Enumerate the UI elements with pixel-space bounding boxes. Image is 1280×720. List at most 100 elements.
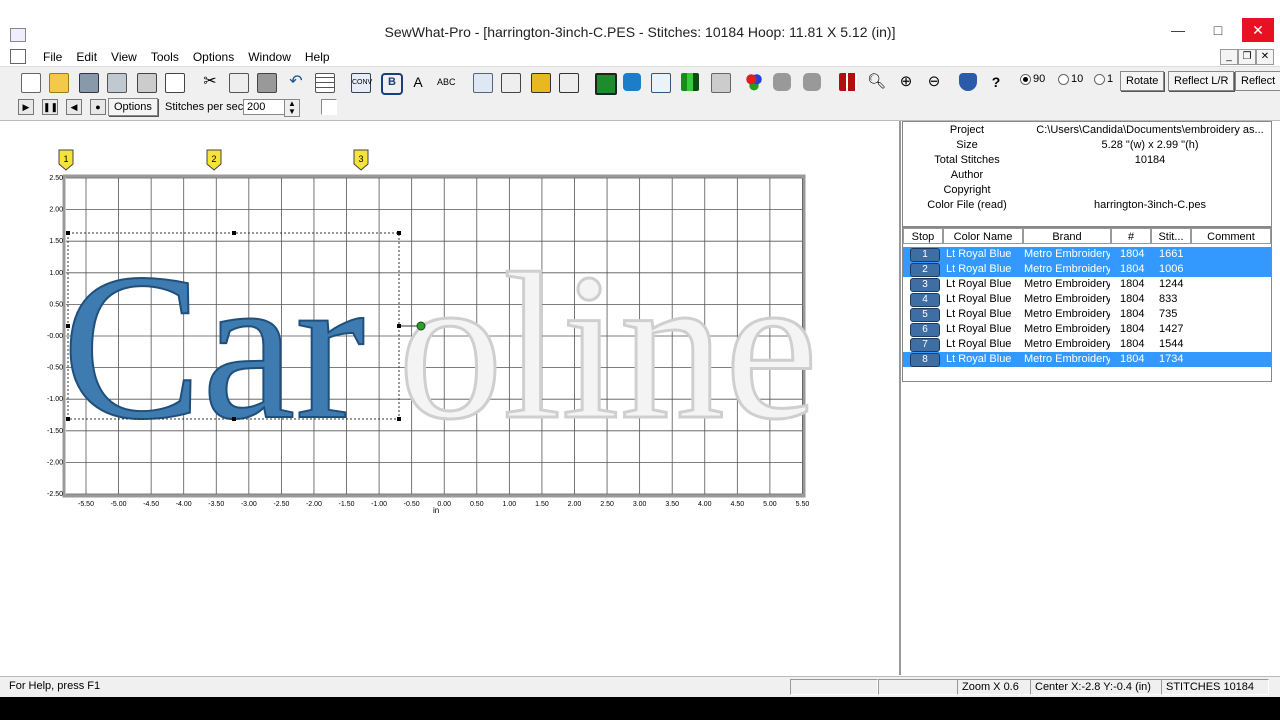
mdi-close-button[interactable]: ✕ bbox=[1256, 49, 1274, 65]
stop-badge[interactable]: 5 bbox=[910, 308, 940, 322]
split-icon[interactable] bbox=[772, 72, 792, 92]
options-button[interactable]: Options bbox=[108, 98, 158, 116]
splitter[interactable] bbox=[899, 121, 901, 675]
step-back-icon[interactable]: ◀ bbox=[66, 99, 82, 115]
text-icon[interactable]: A bbox=[408, 72, 428, 92]
pause-icon[interactable]: ❚❚ bbox=[42, 99, 58, 115]
save-as-icon[interactable] bbox=[106, 72, 127, 93]
stitches-per-sec-input[interactable] bbox=[243, 99, 289, 115]
stop-badge[interactable]: 2 bbox=[910, 263, 940, 277]
new-file-icon[interactable] bbox=[20, 72, 41, 93]
menu-view[interactable]: View bbox=[104, 50, 144, 64]
colors-palette-icon[interactable] bbox=[744, 72, 764, 92]
color-bars-icon[interactable] bbox=[680, 72, 700, 92]
tools-icon[interactable] bbox=[710, 72, 731, 93]
design-canvas[interactable]: 2.50 2.00 1.50 1.00 0.50 -0.00 -0.50 -1.00 -1.50… bbox=[0, 121, 899, 675]
radio-1[interactable] bbox=[1094, 73, 1105, 85]
shield-help-icon[interactable] bbox=[958, 72, 978, 92]
tile-grid-icon[interactable] bbox=[838, 72, 858, 92]
header-brand[interactable]: Brand bbox=[1023, 228, 1111, 244]
rotate-1-option[interactable]: 1 bbox=[1094, 73, 1113, 85]
export-icon[interactable] bbox=[164, 72, 185, 93]
stop-badge[interactable]: 4 bbox=[910, 293, 940, 307]
table-row[interactable]: 7 Lt Royal Blue Metro Embroidery 1804 1544 bbox=[903, 337, 1271, 352]
document-icon[interactable] bbox=[10, 49, 26, 64]
hoop-frame-icon[interactable] bbox=[650, 72, 671, 93]
mdi-restore-button[interactable]: ❐ bbox=[1238, 49, 1256, 65]
table-row[interactable]: 3 Lt Royal Blue Metro Embroidery 1804 1244 bbox=[903, 277, 1271, 292]
reflect-button[interactable]: Reflect bbox=[1235, 71, 1280, 91]
cut-icon[interactable]: ✂ bbox=[200, 72, 220, 92]
bold-b-icon[interactable]: B bbox=[380, 72, 403, 95]
rotate-10-option[interactable]: 10 bbox=[1058, 73, 1083, 85]
radio-10[interactable] bbox=[1058, 73, 1069, 85]
menu-options[interactable]: Options bbox=[186, 50, 241, 64]
copy-icon[interactable] bbox=[228, 72, 249, 93]
save-icon[interactable] bbox=[78, 72, 99, 93]
convert-icon[interactable]: CONV bbox=[350, 72, 372, 93]
radio-90[interactable] bbox=[1020, 73, 1031, 85]
header-color-name[interactable]: Color Name bbox=[943, 228, 1023, 244]
minimize-button[interactable]: — bbox=[1164, 18, 1192, 42]
table-row[interactable]: 1 Lt Royal Blue Metro Embroidery 1804 1661 bbox=[903, 247, 1271, 262]
shirt-icon[interactable] bbox=[622, 72, 642, 92]
grid-icon[interactable] bbox=[314, 72, 335, 93]
zoom-icon[interactable]: 🔍︎ bbox=[866, 72, 886, 92]
context-help-icon[interactable]: ? bbox=[986, 72, 1006, 92]
stop-badge[interactable]: 8 bbox=[910, 353, 940, 367]
cell-brand: Metro Embroidery bbox=[1024, 293, 1110, 305]
x-tick-label: 2.00 bbox=[568, 501, 582, 508]
header-comment[interactable]: Comment bbox=[1191, 228, 1271, 244]
spellcheck-icon[interactable]: ABC bbox=[436, 72, 456, 92]
merge-icon[interactable] bbox=[802, 72, 822, 92]
table-row[interactable]: 2 Lt Royal Blue Metro Embroidery 1804 1006 bbox=[903, 262, 1271, 277]
header-stop[interactable]: Stop bbox=[903, 228, 943, 244]
stop-badge[interactable]: 7 bbox=[910, 338, 940, 352]
rotate-button[interactable]: Rotate bbox=[1120, 71, 1165, 91]
disk-d-icon[interactable] bbox=[500, 72, 521, 93]
reflect-lr-button[interactable]: Reflect L/R bbox=[1168, 71, 1235, 91]
mdi-minimize-button[interactable]: _ bbox=[1220, 49, 1238, 65]
embroidery-view[interactable]: 2.50 2.00 1.50 1.00 0.50 -0.00 -0.50 -1.00 -1.50… bbox=[0, 121, 899, 675]
close-button[interactable]: ✕ bbox=[1242, 18, 1274, 42]
paste-icon[interactable] bbox=[256, 72, 277, 93]
cell-number: 1804 bbox=[1120, 248, 1145, 260]
document-pages-icon[interactable] bbox=[472, 72, 493, 93]
play-icon[interactable]: ▶ bbox=[18, 99, 34, 115]
stop-badge[interactable]: 3 bbox=[910, 278, 940, 292]
menu-help[interactable]: Help bbox=[298, 50, 337, 64]
table-row[interactable]: 8 Lt Royal Blue Metro Embroidery 1804 1734 bbox=[903, 352, 1271, 367]
undo-icon[interactable]: ↶ bbox=[286, 72, 306, 92]
machine-icon[interactable] bbox=[558, 72, 579, 93]
x-tick-label: -5.50 bbox=[78, 501, 94, 508]
open-folder-icon[interactable] bbox=[48, 72, 69, 93]
zoom-out-icon[interactable]: ⊖ bbox=[924, 72, 944, 92]
table-row[interactable]: 4 Lt Royal Blue Metro Embroidery 1804 833 bbox=[903, 292, 1271, 307]
zoom-in-icon[interactable]: ⊕ bbox=[896, 72, 916, 92]
x-tick-label: 2.50 bbox=[600, 501, 614, 508]
x-tick-label: 0.00 bbox=[437, 501, 451, 508]
table-row[interactable]: 6 Lt Royal Blue Metro Embroidery 1804 1427 bbox=[903, 322, 1271, 337]
disk-yellow-icon[interactable] bbox=[530, 72, 551, 93]
print-icon[interactable] bbox=[136, 72, 157, 93]
header-stitches[interactable]: Stit... bbox=[1151, 228, 1191, 244]
menu-edit[interactable]: Edit bbox=[69, 50, 104, 64]
stop-badge[interactable]: 6 bbox=[910, 323, 940, 337]
green-square-icon[interactable] bbox=[594, 72, 617, 95]
rotate-90-option[interactable]: 90 bbox=[1020, 73, 1045, 85]
table-row[interactable]: 5 Lt Royal Blue Metro Embroidery 1804 735 bbox=[903, 307, 1271, 322]
maximize-button[interactable]: □ bbox=[1204, 18, 1232, 42]
x-tick-label: 3.50 bbox=[665, 501, 679, 508]
header-number[interactable]: # bbox=[1111, 228, 1151, 244]
menu-window[interactable]: Window bbox=[241, 50, 298, 64]
stop-icon[interactable]: ● bbox=[90, 99, 106, 115]
menu-file[interactable]: File bbox=[36, 50, 69, 64]
x-tick-label: -1.00 bbox=[371, 501, 387, 508]
menu-tools[interactable]: Tools bbox=[144, 50, 186, 64]
slider-thumb[interactable] bbox=[321, 99, 337, 115]
cell-brand: Metro Embroidery bbox=[1024, 353, 1110, 365]
stitches-per-sec-stepper[interactable]: ▲ ▼ bbox=[284, 99, 300, 117]
status-center: Center X:-2.8 Y:-0.4 (in) bbox=[1030, 679, 1162, 695]
cell-color-name: Lt Royal Blue bbox=[946, 308, 1012, 320]
stop-badge[interactable]: 1 bbox=[910, 248, 940, 262]
